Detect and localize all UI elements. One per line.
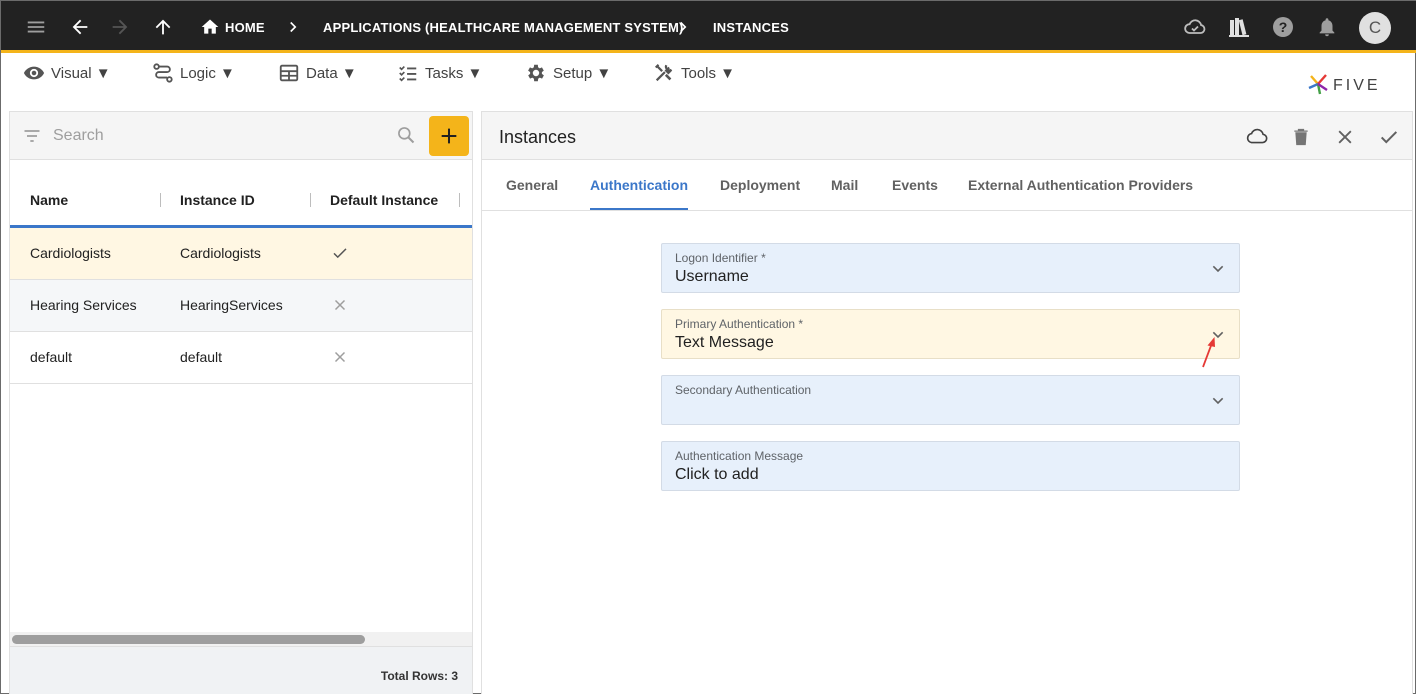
add-instance-button[interactable] bbox=[429, 116, 469, 156]
tab-general[interactable]: General bbox=[506, 177, 558, 193]
back-icon[interactable] bbox=[68, 15, 92, 39]
bell-icon[interactable] bbox=[1315, 15, 1339, 39]
cell-instance-id: default bbox=[180, 349, 223, 365]
total-rows: Total Rows: 3 bbox=[380, 669, 458, 683]
table-row[interactable]: Hearing Services HearingServices bbox=[10, 280, 472, 332]
form-header: Instances bbox=[482, 112, 1412, 160]
breadcrumb-chevron-icon bbox=[671, 15, 695, 39]
tools-icon bbox=[654, 63, 673, 82]
plus-icon bbox=[441, 128, 457, 144]
search-input[interactable] bbox=[53, 124, 383, 148]
chevron-down-icon[interactable] bbox=[1210, 393, 1226, 414]
horizontal-scrollbar[interactable] bbox=[10, 632, 472, 646]
menu-setup-label: Setup ▼ bbox=[553, 64, 612, 82]
tab-deployment[interactable]: Deployment bbox=[720, 177, 800, 193]
form-tabs: General Authentication Deployment Mail E… bbox=[482, 160, 1412, 211]
table-icon bbox=[279, 64, 299, 82]
save-check-icon[interactable] bbox=[1377, 125, 1401, 149]
field-label: Logon Identifier * bbox=[675, 251, 766, 265]
menu-visual-label: Visual ▼ bbox=[51, 64, 111, 82]
cell-instance-id: Cardiologists bbox=[180, 245, 261, 261]
tab-events[interactable]: Events bbox=[892, 177, 938, 193]
search-icon[interactable] bbox=[396, 125, 416, 150]
cell-name: default bbox=[30, 349, 73, 365]
svg-text:?: ? bbox=[1279, 19, 1288, 35]
menu-tasks[interactable]: Tasks ▼ bbox=[397, 62, 482, 84]
gear-icon bbox=[528, 64, 544, 82]
tab-mail[interactable]: Mail bbox=[831, 177, 858, 193]
secondary-authentication-select[interactable]: Secondary Authentication bbox=[661, 375, 1240, 425]
home-icon[interactable] bbox=[198, 15, 222, 39]
avatar-initial: C bbox=[1368, 18, 1382, 37]
breadcrumb-chevron-icon bbox=[281, 15, 305, 39]
authentication-message-field[interactable]: Authentication Message Click to add bbox=[661, 441, 1240, 491]
menu-logic[interactable]: Logic ▼ bbox=[152, 62, 235, 84]
cloud-sync-icon[interactable] bbox=[1183, 15, 1207, 39]
menu-logic-label: Logic ▼ bbox=[180, 64, 235, 82]
avatar[interactable]: C bbox=[1359, 12, 1391, 44]
cloud-icon[interactable] bbox=[1245, 125, 1269, 149]
cross-icon bbox=[331, 348, 349, 366]
menu-tools-label: Tools ▼ bbox=[681, 64, 736, 82]
main-menu-bar: Visual ▼ Logic ▼ Data ▼ Tasks ▼ Setup ▼ … bbox=[1, 56, 1416, 90]
library-icon[interactable] bbox=[1227, 15, 1251, 39]
top-app-bar: HOME APPLICATIONS (HEALTHCARE MANAGEMENT… bbox=[1, 1, 1416, 53]
chevron-down-icon[interactable] bbox=[1210, 261, 1226, 282]
logon-identifier-select[interactable]: Logon Identifier * Username bbox=[661, 243, 1240, 293]
help-icon[interactable]: ? bbox=[1271, 15, 1295, 39]
active-tab-indicator bbox=[590, 208, 688, 210]
delete-icon[interactable] bbox=[1289, 125, 1313, 149]
forward-icon[interactable] bbox=[108, 15, 132, 39]
menu-data-label: Data ▼ bbox=[306, 64, 357, 82]
close-icon[interactable] bbox=[1333, 125, 1357, 149]
menu-icon[interactable] bbox=[24, 15, 48, 39]
menu-data[interactable]: Data ▼ bbox=[278, 62, 357, 84]
table-header: Name Instance ID Default Instance bbox=[10, 172, 472, 228]
field-label: Authentication Message bbox=[675, 449, 804, 463]
table-row[interactable]: Cardiologists Cardiologists bbox=[10, 228, 472, 280]
instances-list-panel: Name Instance ID Default Instance Cardio… bbox=[9, 111, 473, 694]
cross-icon bbox=[331, 296, 349, 314]
check-icon bbox=[331, 244, 349, 262]
column-header-instance-id[interactable]: Instance ID bbox=[180, 192, 255, 208]
instance-form-panel: Instances General Authentication Deploym… bbox=[481, 111, 1413, 694]
tab-external-authentication-providers[interactable]: External Authentication Providers bbox=[968, 177, 1193, 193]
menu-tasks-label: Tasks ▼ bbox=[425, 64, 483, 82]
scrollbar-thumb[interactable] bbox=[12, 635, 365, 644]
breadcrumb-applications[interactable]: APPLICATIONS (HEALTHCARE MANAGEMENT SYST… bbox=[323, 20, 684, 35]
field-value: Click to add bbox=[675, 466, 759, 483]
up-icon[interactable] bbox=[151, 15, 175, 39]
column-divider[interactable] bbox=[160, 193, 161, 207]
eye-icon bbox=[23, 66, 45, 80]
search-bar bbox=[10, 112, 472, 160]
column-divider[interactable] bbox=[459, 193, 460, 207]
field-label: Secondary Authentication bbox=[675, 383, 812, 397]
breadcrumb-home[interactable]: HOME bbox=[225, 20, 265, 35]
list-footer: Total Rows: 3 bbox=[10, 646, 472, 694]
checklist-icon bbox=[399, 65, 417, 82]
field-value: Username bbox=[675, 268, 749, 285]
table-row[interactable]: default default bbox=[10, 332, 472, 384]
cell-instance-id: HearingServices bbox=[180, 297, 283, 313]
cell-name: Cardiologists bbox=[30, 245, 111, 261]
form-title: Instances bbox=[499, 127, 577, 147]
column-header-name[interactable]: Name bbox=[30, 192, 68, 208]
annotation-arrow-icon bbox=[1199, 335, 1219, 374]
cell-name: Hearing Services bbox=[30, 297, 137, 313]
menu-tools[interactable]: Tools ▼ bbox=[653, 62, 735, 84]
logic-flow-icon bbox=[153, 63, 173, 83]
menu-setup[interactable]: Setup ▼ bbox=[525, 62, 611, 84]
breadcrumb-instances[interactable]: INSTANCES bbox=[713, 20, 789, 35]
five-logo: FIVE bbox=[1307, 72, 1399, 96]
column-divider[interactable] bbox=[310, 193, 311, 207]
menu-visual[interactable]: Visual ▼ bbox=[23, 62, 111, 84]
column-header-default-instance[interactable]: Default Instance bbox=[330, 192, 438, 208]
tab-authentication[interactable]: Authentication bbox=[590, 177, 688, 193]
filter-icon[interactable] bbox=[22, 126, 42, 151]
field-label: Primary Authentication * bbox=[675, 317, 804, 331]
logo-text: FIVE bbox=[1333, 77, 1381, 94]
primary-authentication-select[interactable]: Primary Authentication * Text Message bbox=[661, 309, 1240, 359]
field-value: Text Message bbox=[675, 334, 774, 351]
